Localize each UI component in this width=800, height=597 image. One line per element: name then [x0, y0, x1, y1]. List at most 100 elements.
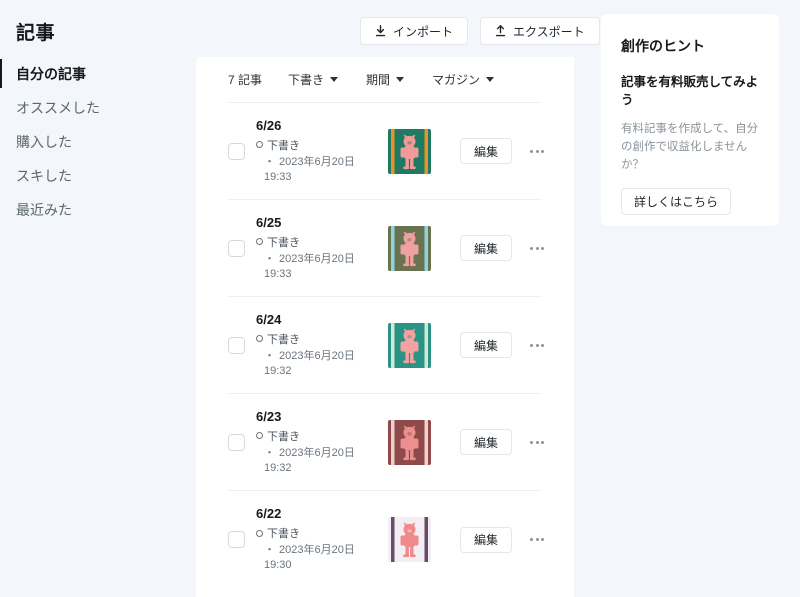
upload-arrow-icon — [495, 25, 506, 37]
article-title: 6/22 — [256, 506, 282, 521]
article-date: ・ 2023年6月20日 — [256, 543, 386, 558]
row-checkbox[interactable] — [228, 531, 245, 548]
more-options-icon[interactable] — [528, 241, 546, 256]
filter-draft-dropdown[interactable]: 下書き — [288, 71, 339, 88]
row-checkbox[interactable] — [228, 433, 245, 451]
article-title: 6/24 — [256, 311, 282, 327]
more-options-icon[interactable] — [528, 144, 546, 159]
export-button-label: エクスポート — [513, 24, 585, 39]
article-thumbnail[interactable] — [388, 322, 431, 368]
draft-circle-icon — [256, 238, 263, 245]
table-row[interactable]: 6/26 下書き ・ 2023年6月20日 19:33 編集 — [228, 103, 544, 200]
filter-magazine-dropdown[interactable]: マガジン — [432, 71, 495, 88]
date-separator: ・ — [264, 155, 275, 168]
date-value: 2023年6月20日 — [279, 349, 355, 362]
sidebar-item-purchased[interactable]: 購入した — [0, 125, 196, 158]
article-meta: 6/24 下書き ・ 2023年6月20日 19:32 — [256, 312, 386, 379]
edit-button-label: 編集 — [473, 144, 498, 159]
table-row[interactable]: 6/22 下書き ・ 2023年6月20日 19:30 編集 — [228, 491, 544, 588]
article-meta: 6/22 下書き ・ 2023年6月20日 19:30 — [256, 506, 386, 573]
tips-subheading: 記事を有料販売してみよう — [621, 75, 759, 107]
draft-circle-icon — [256, 335, 263, 342]
filter-period-dropdown[interactable]: 期間 — [366, 71, 405, 88]
draft-circle-icon — [256, 432, 263, 439]
status-badge: 下書き — [256, 331, 386, 347]
filter-label: マガジン — [432, 73, 481, 87]
article-thumbnail[interactable] — [388, 225, 431, 271]
article-title: 6/23 — [256, 408, 282, 424]
status-label: 下書き — [267, 528, 300, 540]
sidebar-item-label: 自分の記事 — [16, 65, 86, 82]
import-button[interactable]: インポート — [360, 17, 469, 45]
articles-card: 7 記事 下書き 期間 マガジン 6/26 下書き ・ 2023年6月20日 1… — [196, 57, 574, 597]
edit-button[interactable]: 編集 — [460, 332, 512, 358]
row-checkbox[interactable] — [228, 336, 245, 354]
article-title: 6/25 — [256, 214, 282, 230]
tips-button-label: 詳しくはこちら — [634, 195, 719, 209]
import-button-label: インポート — [393, 24, 454, 39]
tips-learn-more-button[interactable]: 詳しくはこちら — [621, 188, 732, 215]
sidebar-item-my-articles[interactable]: 自分の記事 — [0, 57, 196, 90]
sidebar-item-label: 購入した — [16, 133, 72, 150]
more-options-icon[interactable] — [528, 338, 546, 353]
header-toolbar: インポート エクスポート — [360, 17, 600, 45]
article-list: 6/26 下書き ・ 2023年6月20日 19:33 編集 6/25 下書き … — [228, 103, 544, 588]
more-options-icon[interactable] — [528, 532, 546, 547]
date-value: 2023年6月20日 — [279, 446, 355, 459]
export-button[interactable]: エクスポート — [480, 17, 600, 45]
sidebar-item-label: スキした — [16, 167, 72, 184]
date-value: 2023年6月20日 — [279, 544, 355, 556]
status-badge: 下書き — [256, 525, 386, 541]
chevron-down-icon — [330, 77, 339, 82]
article-title: 6/26 — [256, 117, 282, 133]
edit-button[interactable]: 編集 — [460, 138, 512, 164]
filter-label: 下書き — [288, 73, 325, 87]
status-label: 下書き — [267, 236, 300, 249]
draft-circle-icon — [256, 529, 263, 537]
status-label: 下書き — [267, 139, 300, 152]
article-time: 19:33 — [256, 170, 386, 185]
table-row[interactable]: 6/23 下書き ・ 2023年6月20日 19:32 編集 — [228, 394, 544, 491]
date-separator: ・ — [264, 544, 275, 556]
edit-button[interactable]: 編集 — [460, 429, 512, 455]
article-thumbnail[interactable] — [388, 419, 431, 465]
article-count: 7 記事 — [228, 73, 263, 87]
table-row[interactable]: 6/24 下書き ・ 2023年6月20日 19:32 編集 — [228, 297, 544, 394]
date-separator: ・ — [264, 252, 275, 265]
creation-tips-card: 創作のヒント 記事を有料販売してみよう 有料記事を作成して、自分の創作で収益化し… — [601, 14, 779, 226]
chevron-down-icon — [486, 77, 495, 82]
article-date: ・ 2023年6月20日 — [256, 252, 386, 267]
more-options-icon[interactable] — [528, 435, 546, 450]
date-value: 2023年6月20日 — [279, 252, 355, 265]
download-arrow-icon — [375, 25, 386, 37]
tips-body-text: 有料記事を作成して、自分の創作で収益化しませんか？ — [621, 123, 759, 171]
status-label: 下書き — [267, 430, 300, 443]
sidebar-item-recently-viewed[interactable]: 最近みた — [0, 193, 196, 226]
row-checkbox[interactable] — [228, 142, 245, 160]
edit-button[interactable]: 編集 — [460, 526, 512, 553]
sidebar-item-liked[interactable]: スキした — [0, 159, 196, 192]
edit-button-label: 編集 — [473, 338, 498, 353]
status-label: 下書き — [267, 333, 300, 346]
tips-heading: 創作のヒント — [621, 38, 705, 54]
time-value: 19:32 — [264, 364, 292, 377]
article-time: 19:32 — [256, 364, 386, 379]
sidebar-item-label: オススメした — [16, 99, 100, 116]
filter-label: 期間 — [366, 73, 391, 87]
article-time: 19:33 — [256, 267, 386, 282]
table-row[interactable]: 6/25 下書き ・ 2023年6月20日 19:33 編集 — [228, 200, 544, 297]
sidebar-item-recommended[interactable]: オススメした — [0, 91, 196, 124]
status-badge: 下書き — [256, 428, 386, 444]
article-thumbnail[interactable] — [388, 517, 431, 562]
article-meta: 6/26 下書き ・ 2023年6月20日 19:33 — [256, 118, 386, 185]
edit-button-label: 編集 — [473, 533, 498, 547]
article-thumbnail[interactable] — [388, 128, 431, 174]
article-time: 19:32 — [256, 461, 386, 476]
filter-bar: 7 記事 下書き 期間 マガジン — [228, 57, 542, 103]
chevron-down-icon — [396, 77, 405, 82]
article-meta: 6/23 下書き ・ 2023年6月20日 19:32 — [256, 409, 386, 476]
time-value: 19:32 — [264, 461, 292, 474]
edit-button[interactable]: 編集 — [460, 235, 512, 261]
status-badge: 下書き — [256, 137, 386, 153]
row-checkbox[interactable] — [228, 239, 245, 257]
